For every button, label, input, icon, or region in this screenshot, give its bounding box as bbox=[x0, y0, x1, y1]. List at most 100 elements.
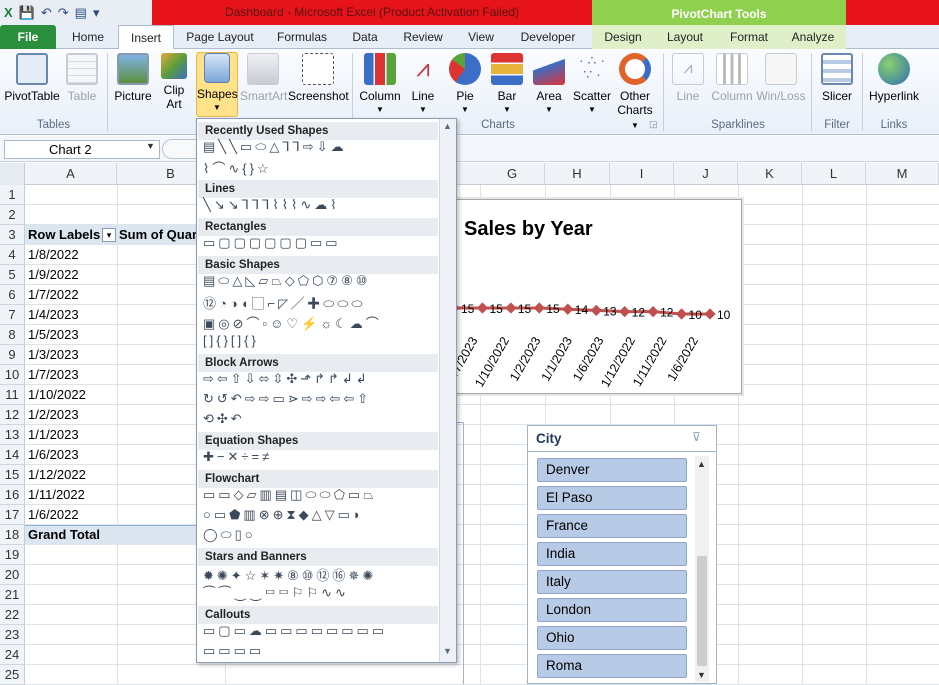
scroll-down-icon[interactable]: ▼ bbox=[443, 646, 452, 656]
shapes-button[interactable]: Shapes ▼ bbox=[196, 52, 238, 117]
shape-row-arrows2[interactable]: ↻↺↶⇨⇨▭⋗⇨⇨⇦⇦⇧ bbox=[203, 391, 371, 407]
tab-developer[interactable]: Developer bbox=[516, 25, 580, 49]
slicer-item[interactable]: El Paso bbox=[537, 486, 687, 510]
pivot-chart[interactable]: Sales by Year 15 15 15 15 14 13 12 12 10 10 1/7/202… bbox=[444, 199, 742, 394]
row-header-4[interactable]: 4 bbox=[0, 245, 25, 265]
shape-row-lines[interactable]: ╲↘↘⅂⅂⅂⌇⌇⌇∿☁⌇ bbox=[203, 197, 340, 213]
row-header-24[interactable]: 24 bbox=[0, 645, 25, 665]
pivot-item[interactable]: 1/10/2022 bbox=[28, 385, 86, 405]
shape-row-basic1[interactable]: ▤⬭△◺▱⏢◇⬠⬡⑦⑧⑩ bbox=[203, 273, 370, 289]
row-header-15[interactable]: 15 bbox=[0, 465, 25, 485]
column-header-a[interactable]: A bbox=[25, 163, 117, 185]
pivot-item[interactable]: 1/7/2023 bbox=[28, 365, 79, 385]
row-header-16[interactable]: 16 bbox=[0, 485, 25, 505]
shape-row-basic4[interactable]: []{}[]{} bbox=[203, 333, 259, 348]
scatter-chart-button[interactable]: · ∴ · ∵ · Scatter ▼ bbox=[572, 53, 612, 117]
tab-formulas[interactable]: Formulas bbox=[268, 25, 336, 49]
shape-row-call1[interactable]: ▭▢▭☁▭▭▭▭▭▭▭▭ bbox=[203, 623, 387, 639]
undo-icon[interactable]: ↶ bbox=[41, 5, 52, 21]
scroll-up-icon[interactable]: ▲ bbox=[697, 459, 706, 469]
line-chart-button[interactable]: ⩘ Line ▼ bbox=[404, 53, 442, 117]
slicer-item[interactable]: India bbox=[537, 542, 687, 566]
city-slicer[interactable]: City ⊽ Denver El Paso France India Italy Lond… bbox=[527, 425, 717, 684]
hyperlink-button[interactable]: Hyperlink bbox=[866, 53, 922, 103]
shape-row-flow2[interactable]: ○▭⬟▥⊗⊕⧗◆△▽▭◗ bbox=[203, 507, 364, 523]
shape-row-recent2[interactable]: ⌇⌒∿{}☆ bbox=[203, 158, 272, 177]
row-header-1[interactable]: 1 bbox=[0, 185, 25, 205]
name-box[interactable]: Chart 2 bbox=[4, 140, 160, 159]
grand-total-label[interactable]: Grand Total bbox=[28, 525, 100, 545]
row-header-25[interactable]: 25 bbox=[0, 665, 25, 685]
column-header-m[interactable]: M bbox=[866, 163, 939, 185]
shape-row-stars2[interactable]: ⏜⏜⏝⏝▭▭⚐⚐∿∿ bbox=[203, 585, 349, 601]
shape-row-basic2[interactable]: ⑫◔◑◖▢⌐◸╱✚⬭⬭⬭ bbox=[203, 293, 365, 312]
row-header-10[interactable]: 10 bbox=[0, 365, 25, 385]
row-header-20[interactable]: 20 bbox=[0, 565, 25, 585]
pivot-item[interactable]: 1/8/2022 bbox=[28, 245, 79, 265]
row-header-5[interactable]: 5 bbox=[0, 265, 25, 285]
pivot-row-labels[interactable]: Row Labels bbox=[28, 225, 100, 245]
name-box-chevron-icon[interactable]: ▼ bbox=[146, 141, 155, 151]
clear-filter-icon[interactable]: ⊽ bbox=[692, 430, 701, 444]
clip-art-button[interactable]: Clip Art bbox=[157, 53, 191, 111]
tab-review[interactable]: Review bbox=[396, 25, 450, 49]
pie-chart-button[interactable]: Pie ▼ bbox=[446, 53, 484, 117]
row-header-19[interactable]: 19 bbox=[0, 545, 25, 565]
shape-row-recent1[interactable]: ▤╲╲▭⬭△⅂⅂⇨⇩☁ bbox=[203, 139, 347, 155]
pivot-item[interactable]: 1/4/2023 bbox=[28, 305, 79, 325]
slicer-button[interactable]: Slicer bbox=[816, 53, 858, 103]
shape-row-flow1[interactable]: ▭▭◇▱▥▤◫⬭⬭⬠▭⏢ bbox=[203, 487, 377, 503]
row-header-22[interactable]: 22 bbox=[0, 605, 25, 625]
row-header-9[interactable]: 9 bbox=[0, 345, 25, 365]
row-header-7[interactable]: 7 bbox=[0, 305, 25, 325]
tab-view[interactable]: View bbox=[458, 25, 504, 49]
row-header-18[interactable]: 18 bbox=[0, 525, 25, 545]
area-chart-button[interactable]: Area ▼ bbox=[530, 53, 568, 117]
row-header-6[interactable]: 6 bbox=[0, 285, 25, 305]
shape-row-call2[interactable]: ▭▭▭▭ bbox=[203, 643, 264, 659]
picture-button[interactable]: Picture bbox=[111, 53, 155, 103]
shape-row-equation[interactable]: ✚−✕÷=≠ bbox=[203, 449, 272, 465]
shape-row-basic3[interactable]: ▣◎⊘⌒▫☺♡⚡☼☾☁⌒ bbox=[203, 313, 382, 332]
save-icon[interactable]: 💾 bbox=[19, 5, 35, 21]
column-header-h[interactable]: H bbox=[545, 163, 610, 185]
row-header-21[interactable]: 21 bbox=[0, 585, 25, 605]
tab-analyze[interactable]: Analyze bbox=[788, 25, 838, 49]
shape-row-flow3[interactable]: ◯⬭▯○ bbox=[203, 527, 256, 543]
redo-icon[interactable]: ↷ bbox=[58, 5, 69, 21]
column-header-k[interactable]: K bbox=[738, 163, 802, 185]
pivot-item[interactable]: 1/11/2022 bbox=[28, 485, 85, 505]
sparkline-column-button[interactable]: Column bbox=[710, 53, 754, 103]
row-header-12[interactable]: 12 bbox=[0, 405, 25, 425]
slicer-item[interactable]: London bbox=[537, 598, 687, 622]
column-header-g[interactable]: G bbox=[480, 163, 545, 185]
bar-chart-button[interactable]: Bar ▼ bbox=[488, 53, 526, 117]
pivot-item[interactable]: 1/5/2023 bbox=[28, 325, 79, 345]
row-header-23[interactable]: 23 bbox=[0, 625, 25, 645]
tab-data[interactable]: Data bbox=[340, 25, 390, 49]
row-header-13[interactable]: 13 bbox=[0, 425, 25, 445]
shape-row-stars1[interactable]: ✹✺✦☆✶✷⑧⑩⑫⑯✵✺ bbox=[203, 565, 376, 584]
shapes-dropdown-scrollbar[interactable]: ▲ ▼ bbox=[439, 119, 456, 662]
pivot-item[interactable]: 1/1/2023 bbox=[28, 425, 79, 445]
tab-page-layout[interactable]: Page Layout bbox=[180, 25, 260, 49]
scroll-up-icon[interactable]: ▲ bbox=[443, 121, 452, 131]
column-header-l[interactable]: L bbox=[802, 163, 866, 185]
slicer-item[interactable]: France bbox=[537, 514, 687, 538]
sparkline-winloss-button[interactable]: Win/Loss bbox=[756, 53, 806, 103]
tab-layout[interactable]: Layout bbox=[662, 25, 708, 49]
row-header-14[interactable]: 14 bbox=[0, 445, 25, 465]
shape-row-arrows1[interactable]: ⇨⇦⇧⇩⬄⇳✣⬏↱↱↲↲ bbox=[203, 371, 370, 387]
formula-expand-handle[interactable] bbox=[162, 139, 198, 159]
pivot-item[interactable]: 1/12/2022 bbox=[28, 465, 86, 485]
row-header-17[interactable]: 17 bbox=[0, 505, 25, 525]
tab-home[interactable]: Home bbox=[60, 25, 116, 49]
slicer-scroll-thumb[interactable] bbox=[697, 556, 707, 666]
pivot-item[interactable]: 1/6/2023 bbox=[28, 445, 79, 465]
form-icon[interactable]: ▤ bbox=[75, 5, 87, 21]
column-chart-button[interactable]: Column ▼ bbox=[358, 53, 402, 117]
slicer-item[interactable]: Italy bbox=[537, 570, 687, 594]
row-header-2[interactable]: 2 bbox=[0, 205, 25, 225]
pivot-item[interactable]: 1/2/2023 bbox=[28, 405, 79, 425]
tab-design[interactable]: Design bbox=[598, 25, 648, 49]
